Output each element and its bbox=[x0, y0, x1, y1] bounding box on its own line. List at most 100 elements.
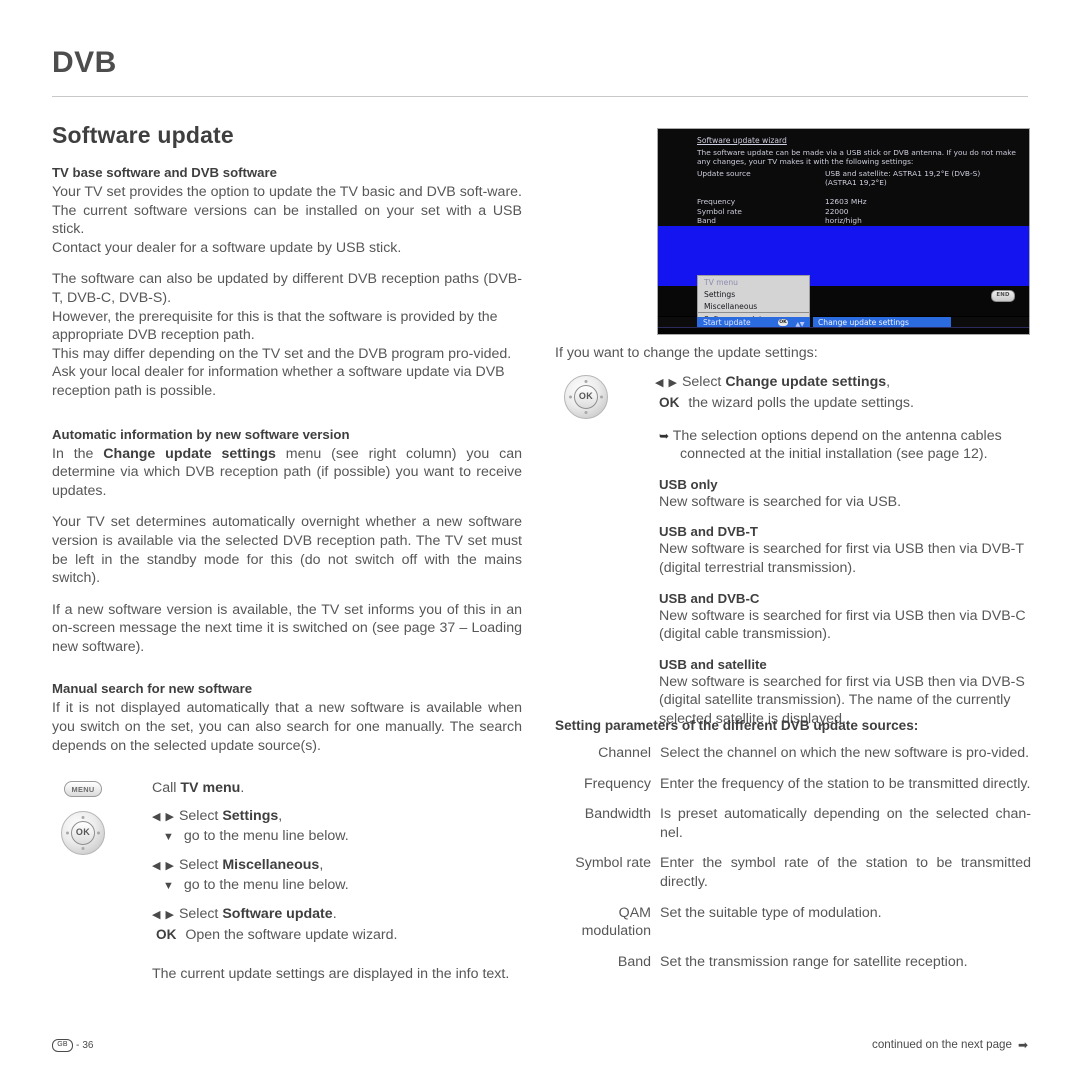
step-wizard-polls: OK the wizard polls the update settings. bbox=[655, 393, 1031, 413]
param-desc-bandwidth: Is preset automatically depending on the… bbox=[660, 806, 1031, 841]
param-desc-channel: Select the channel on which the new soft… bbox=[660, 745, 1030, 761]
paragraph-intro-change-settings: If you want to change the update setting… bbox=[555, 345, 818, 361]
tv-ok-badge-icon: OK bbox=[778, 319, 788, 327]
subheading-manual-search: Manual search for new software bbox=[52, 681, 253, 697]
option-usb-dvbt: USB and DVB-T New software is searched f… bbox=[659, 524, 1031, 577]
paragraph-sub1-p2: Contact your dealer for a software updat… bbox=[52, 239, 402, 256]
param-desc-symbol-rate: Enter the symbol rate of the station to … bbox=[660, 855, 1031, 890]
paragraph-sub3-p1: If it is not displayed automatically tha… bbox=[52, 700, 522, 754]
table-row: Bandwidth Is preset automatically depend… bbox=[555, 805, 1031, 854]
option-heading-usb-dvbt: USB and DVB-T bbox=[659, 524, 758, 540]
param-desc-band: Set the transmission range for satellite… bbox=[660, 953, 968, 970]
ok-word-label-right: OK bbox=[659, 394, 680, 410]
step-text-change-settings: ◀ ▶ Select Change update settings, OK th… bbox=[655, 373, 1031, 413]
text-goto-menu-line-2: go to the menu line below. bbox=[183, 877, 349, 894]
param-name-frequency: Frequency bbox=[583, 775, 651, 792]
text-goto-menu-line-1: go to the menu line below. bbox=[183, 828, 349, 845]
step-text-call-tv-menu: Call TV menu. bbox=[152, 779, 522, 798]
header-divider bbox=[52, 96, 1028, 97]
end-button-icon[interactable]: END bbox=[991, 290, 1015, 302]
parameters-table: Channel Select the channel on which the … bbox=[555, 744, 1031, 983]
tv-param-value: horiz/high bbox=[825, 215, 862, 225]
document-page: DVB Software update TV base software and… bbox=[0, 0, 1080, 1080]
nav-dot-right bbox=[97, 831, 100, 835]
tv-screenshot: Software update wizard The software upda… bbox=[657, 128, 1030, 335]
param-name-qam-modulation: QAM modulation bbox=[581, 904, 651, 940]
text-select-right: Select bbox=[681, 373, 726, 390]
tv-start-update-label: Start update bbox=[703, 318, 751, 327]
tv-menu-item-settings[interactable]: Settings bbox=[698, 288, 809, 300]
option-text-usb-dvbt: New software is searched for first via U… bbox=[659, 541, 1024, 576]
tv-param-value: 12603 MHz bbox=[825, 197, 867, 207]
tv-menu-item-miscellaneous[interactable]: Miscellaneous bbox=[698, 300, 809, 312]
step-goto-line-1: ▼ go to the menu line below. bbox=[152, 827, 522, 847]
footer-page-number: 36 bbox=[82, 1040, 94, 1051]
paragraph-current-update-settings: The current update settings are displaye… bbox=[152, 966, 510, 983]
paragraph-sub1-p5: This may differ depending on the TV set … bbox=[52, 345, 512, 362]
emphasis-software-update: Software update bbox=[222, 906, 333, 923]
option-heading-usb-satellite: USB and satellite bbox=[659, 656, 767, 672]
param-name-symbol-rate: Symbol rate bbox=[575, 855, 651, 872]
parameters-table-title: Setting parameters of the different DVB … bbox=[555, 718, 919, 733]
tv-param-name: Band bbox=[697, 215, 716, 225]
left-right-arrows-icon: ◀ ▶ bbox=[152, 811, 175, 824]
ok-key-wrapper: OK bbox=[52, 811, 114, 860]
paragraph-sub1-p6: Ask your local dealer for information wh… bbox=[52, 364, 505, 399]
param-name-channel: Channel bbox=[598, 745, 651, 761]
step-open-wizard: OK Open the software update wizard. bbox=[152, 925, 522, 945]
tv-param-row: Band horiz/high bbox=[697, 216, 1027, 225]
tv-menu-title: TV menu bbox=[704, 277, 738, 287]
step-instruction-list: ◀ ▶ Select Settings, ▼ go to the menu li… bbox=[152, 807, 522, 984]
menu-button-icon[interactable]: MENU bbox=[64, 781, 102, 798]
footer-page-marker: GB - 36 bbox=[52, 1039, 93, 1052]
nav-dot-left bbox=[66, 831, 69, 835]
tv-param-value: (ASTRA1 19,2°E) bbox=[825, 178, 887, 188]
option-heading-usb-dvbc: USB and DVB-C bbox=[659, 590, 760, 606]
paragraph-sub1-p3: The software can also be updated by diff… bbox=[52, 271, 522, 306]
footer-continued-text: continued on the next page bbox=[872, 1038, 1012, 1051]
text-comma-right: , bbox=[886, 373, 891, 390]
option-usb-dvbc: USB and DVB-C New software is searched f… bbox=[659, 591, 1031, 644]
down-arrow-icon-1: ▼ bbox=[163, 831, 174, 844]
paragraph-sub2-p2: Your TV set determines automatically ove… bbox=[52, 514, 522, 587]
text-select-1: Select bbox=[178, 808, 223, 825]
step-select-settings: ◀ ▶ Select Settings, bbox=[152, 807, 522, 827]
ok-button-label-right[interactable]: OK bbox=[574, 384, 598, 409]
arrow-right-icon: ➡ bbox=[1017, 1037, 1028, 1052]
tv-param-row: (ASTRA1 19,2°E) bbox=[697, 178, 1027, 187]
param-name-bandwidth: Bandwidth bbox=[584, 806, 651, 823]
note-selection-options: ➥ The selection options depend on the an… bbox=[659, 427, 1031, 464]
subheading-automatic-information: Automatic information by new software ve… bbox=[52, 426, 350, 442]
note-text: The selection options depend on the ante… bbox=[672, 427, 1002, 463]
ok-navigation-pad-icon-right[interactable]: OK bbox=[564, 374, 608, 419]
tv-wizard-title: Software update wizard bbox=[697, 136, 787, 145]
ok-navigation-pad-icon[interactable]: OK bbox=[61, 811, 105, 856]
emphasis-miscellaneous: Miscellaneous bbox=[222, 857, 320, 874]
option-heading-usb-only: USB only bbox=[659, 476, 718, 492]
option-usb-only: USB only New software is searched for vi… bbox=[659, 477, 1031, 512]
step-select-change-update-settings: ◀ ▶ Select Change update settings, bbox=[655, 373, 1031, 393]
table-row: Band Set the transmission range for sate… bbox=[555, 953, 1031, 984]
tv-param-row: Update source USB and satellite: ASTRA1 … bbox=[697, 169, 1027, 178]
arrow-bullet-icon: ➥ bbox=[659, 428, 670, 443]
ok-button-label[interactable]: OK bbox=[71, 821, 95, 846]
nav-dot-down bbox=[81, 847, 85, 851]
text-period-3: . bbox=[332, 906, 337, 923]
paragraph-sub2-p1: In the Change update settings menu (see … bbox=[52, 445, 522, 501]
table-row: Symbol rate Enter the symbol rate of the… bbox=[555, 854, 1031, 903]
ok-key-wrapper-right: OK bbox=[555, 374, 617, 424]
text-select-3: Select bbox=[178, 906, 223, 923]
text-call: Call bbox=[152, 780, 181, 797]
subheading-tv-base-software: TV base software and DVB software bbox=[52, 165, 277, 180]
table-row: Channel Select the channel on which the … bbox=[555, 744, 1031, 775]
footer-separator: - bbox=[76, 1040, 80, 1051]
nav-dot-left bbox=[569, 395, 572, 399]
menu-key-wrapper: MENU bbox=[52, 779, 114, 798]
tv-param-value: USB and satellite: ASTRA1 19,2°E (DVB-S) bbox=[825, 169, 981, 178]
tv-param-name: Update source bbox=[697, 169, 751, 178]
ok-word-label-left: OK bbox=[156, 927, 177, 943]
nav-dot-right bbox=[600, 395, 603, 399]
param-name-band: Band bbox=[617, 953, 651, 970]
step-select-miscellaneous: ◀ ▶ Select Miscellaneous, bbox=[152, 856, 522, 876]
table-row: QAM modulation Set the suitable type of … bbox=[555, 904, 1031, 953]
